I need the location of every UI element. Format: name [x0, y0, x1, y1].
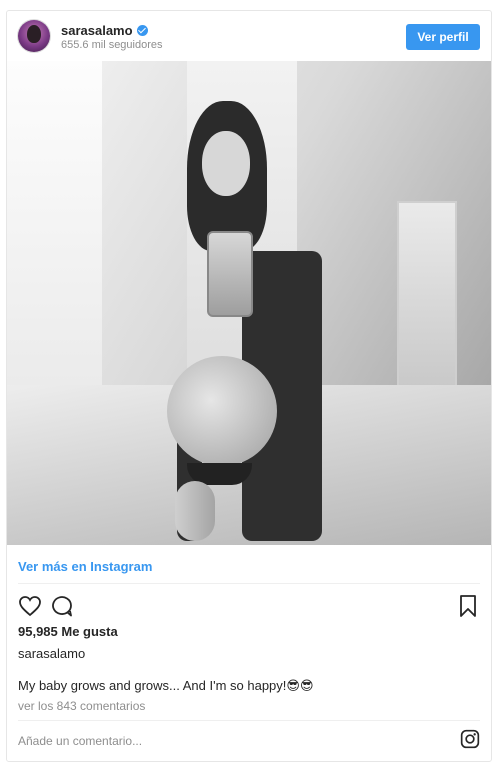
view-comments-link[interactable]: ver los 843 comentarios — [18, 699, 145, 713]
view-profile-button[interactable]: Ver perfil — [406, 24, 480, 50]
see-more-on-instagram-link[interactable]: Ver más en Instagram — [18, 559, 152, 574]
instagram-icon[interactable] — [460, 729, 480, 749]
face — [202, 131, 250, 196]
caption-username[interactable]: sarasalamo — [18, 646, 85, 661]
avatar[interactable] — [18, 20, 50, 52]
username-row[interactable]: sarasalamo — [61, 23, 148, 38]
person-figure — [147, 101, 347, 541]
leg — [175, 481, 215, 541]
likes-count[interactable]: 95,985 Me gusta — [18, 624, 118, 639]
bookmark-icon[interactable] — [456, 594, 480, 618]
instagram-embed-card: sarasalamo 655.6 mil seguidores Ver perf… — [6, 10, 492, 762]
belly — [167, 356, 277, 466]
heart-icon[interactable] — [18, 594, 42, 618]
caption-emoji: 😎😎 — [286, 678, 314, 693]
caption: My baby grows and grows... And I'm so ha… — [18, 678, 314, 694]
verified-badge-icon — [136, 25, 148, 36]
followers-count: 655.6 mil seguidores — [61, 39, 163, 51]
smartphone — [207, 231, 253, 317]
post-header: sarasalamo 655.6 mil seguidores Ver perf… — [7, 11, 491, 61]
caption-text: My baby grows and grows... And I'm so ha… — [18, 678, 287, 693]
action-bar — [18, 594, 480, 618]
add-comment-input[interactable]: Añade un comentario... — [18, 734, 142, 748]
post-photo[interactable] — [7, 61, 491, 545]
divider — [18, 583, 480, 584]
username[interactable]: sarasalamo — [61, 23, 133, 38]
comment-bubble-icon[interactable] — [50, 594, 74, 618]
divider — [18, 720, 480, 721]
